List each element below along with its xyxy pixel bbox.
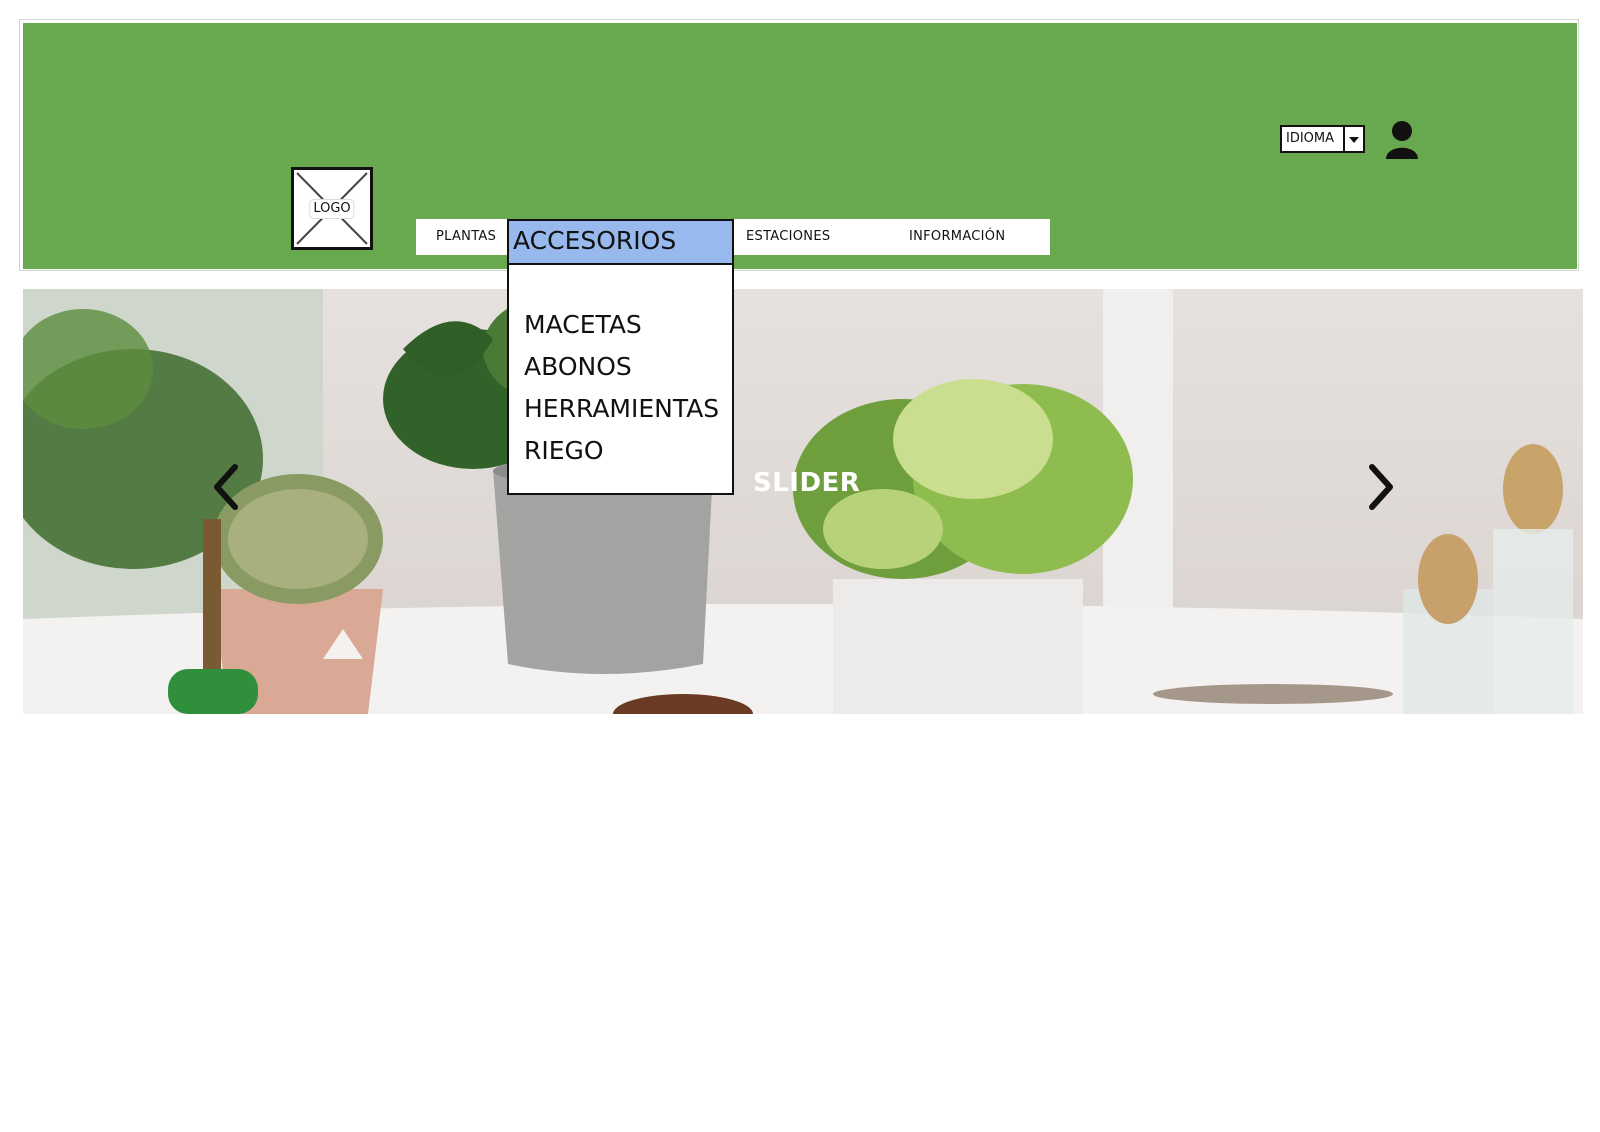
- logo-placeholder[interactable]: LOGO: [291, 167, 373, 250]
- language-select[interactable]: IDIOMA: [1280, 125, 1365, 153]
- language-select-label: IDIOMA: [1286, 131, 1335, 146]
- nav-item-estaciones[interactable]: ESTACIONES: [746, 219, 830, 255]
- chevron-right-icon[interactable]: [1366, 463, 1396, 511]
- dropdown-item-macetas[interactable]: MACETAS: [524, 309, 642, 341]
- chevron-down-icon[interactable]: [1343, 127, 1363, 151]
- logo-label: LOGO: [309, 198, 355, 219]
- nav-item-informacion[interactable]: INFORMACIÓN: [909, 219, 1005, 255]
- dropdown-item-herramientas[interactable]: HERRAMIENTAS: [524, 393, 719, 425]
- user-icon[interactable]: [1384, 120, 1420, 160]
- dropdown-item-riego[interactable]: RIEGO: [524, 435, 604, 467]
- nav-item-accesorios[interactable]: ACCESORIOS: [509, 221, 732, 265]
- chevron-left-icon[interactable]: [211, 463, 241, 511]
- slider-label: SLIDER: [753, 468, 861, 498]
- slider-image: [23, 289, 1583, 714]
- dropdown-item-abonos[interactable]: ABONOS: [524, 351, 632, 383]
- nav-item-plantas[interactable]: PLANTAS: [436, 219, 496, 255]
- accesorios-dropdown: ACCESORIOS MACETAS ABONOS HERRAMIENTAS R…: [507, 219, 734, 495]
- hero-slider: [23, 289, 1583, 714]
